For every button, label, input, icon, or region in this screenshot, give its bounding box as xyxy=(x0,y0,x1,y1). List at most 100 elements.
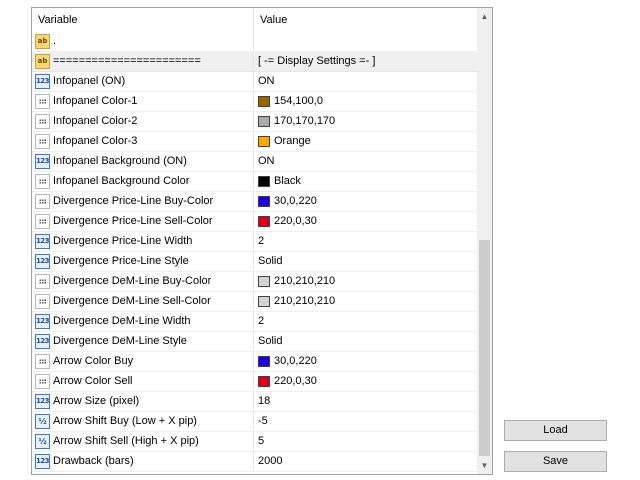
value-cell[interactable]: 30,0,220 xyxy=(254,192,478,211)
variable-cell[interactable]: 123 Divergence Price-Line Style xyxy=(32,252,254,271)
parameter-row[interactable]: Arrow Color Sell 220,0,30 xyxy=(32,372,478,392)
color-swatch[interactable] xyxy=(258,216,270,227)
variable-cell[interactable]: Divergence DeM-Line Sell-Color xyxy=(32,292,254,311)
value-cell[interactable]: [ -= Display Settings =- ] xyxy=(254,52,478,71)
variable-name: Divergence DeM-Line Width xyxy=(53,315,191,327)
color-swatch[interactable] xyxy=(258,96,270,107)
parameter-row[interactable]: Divergence Price-Line Sell-Color 220,0,30 xyxy=(32,212,478,232)
variable-cell[interactable]: 123 Infopanel (ON) xyxy=(32,72,254,91)
parameter-row[interactable]: Divergence DeM-Line Buy-Color 210,210,210 xyxy=(32,272,478,292)
parameter-row[interactable]: 123 Infopanel Background (ON) ON xyxy=(32,152,478,172)
variable-cell[interactable]: 123 Arrow Size (pixel) xyxy=(32,392,254,411)
scrollbar-thumb[interactable] xyxy=(479,240,490,456)
color-swatch[interactable] xyxy=(258,196,270,207)
value-text: 2 xyxy=(258,315,265,327)
parameter-row[interactable]: 123 Drawback (bars) 2000 xyxy=(32,452,478,472)
save-button[interactable]: Save xyxy=(504,451,607,472)
parameter-row[interactable]: 123 Arrow Size (pixel) 18 xyxy=(32,392,478,412)
vertical-scrollbar[interactable]: ▲ ▼ xyxy=(477,8,492,474)
value-text: 30,0,220 xyxy=(274,195,317,207)
variable-cell[interactable]: ½ Arrow Shift Buy (Low + X pip) xyxy=(32,412,254,431)
variable-cell[interactable]: ½ Arrow Shift Sell (High + X pip) xyxy=(32,432,254,451)
parameter-row[interactable]: ½ Arrow Shift Sell (High + X pip) 5 xyxy=(32,432,478,452)
variable-cell[interactable]: Divergence Price-Line Buy-Color xyxy=(32,192,254,211)
parameter-row[interactable]: Divergence Price-Line Buy-Color 30,0,220 xyxy=(32,192,478,212)
variable-name: Infopanel Color-3 xyxy=(53,135,138,147)
parameter-row[interactable]: 123 Divergence DeM-Line Width 2 xyxy=(32,312,478,332)
value-cell[interactable]: 154,100,0 xyxy=(254,92,478,111)
column-header-value[interactable]: Value xyxy=(254,8,478,32)
variable-cell[interactable]: Arrow Color Buy xyxy=(32,352,254,371)
parameter-row[interactable]: Infopanel Color-3 Orange xyxy=(32,132,478,152)
value-cell[interactable]: 2 xyxy=(254,232,478,251)
variable-cell[interactable]: Infopanel Background Color xyxy=(32,172,254,191)
color-swatch[interactable] xyxy=(258,376,270,387)
parameter-row[interactable]: Divergence DeM-Line Sell-Color 210,210,21… xyxy=(32,292,478,312)
integer-type-icon: 123 xyxy=(35,454,50,469)
value-cell[interactable]: ON xyxy=(254,152,478,171)
parameter-row[interactable]: 123 Divergence Price-Line Style Solid xyxy=(32,252,478,272)
value-text: 170,170,170 xyxy=(274,115,336,127)
variable-cell[interactable]: 123 Drawback (bars) xyxy=(32,452,254,471)
color-swatch[interactable] xyxy=(258,116,270,127)
parameter-row[interactable]: Infopanel Color-1 154,100,0 xyxy=(32,92,478,112)
color-swatch[interactable] xyxy=(258,276,270,287)
variable-name: Infopanel (ON) xyxy=(53,75,126,87)
variable-cell[interactable]: Divergence DeM-Line Buy-Color xyxy=(32,272,254,291)
variable-cell[interactable]: Infopanel Color-3 xyxy=(32,132,254,151)
column-header-variable[interactable]: Variable xyxy=(32,8,254,32)
value-cell[interactable]: Black xyxy=(254,172,478,191)
variable-cell[interactable]: Arrow Color Sell xyxy=(32,372,254,391)
scroll-up-arrow-icon[interactable]: ▲ xyxy=(477,8,492,25)
variable-cell[interactable]: 123 Infopanel Background (ON) xyxy=(32,152,254,171)
value-cell[interactable]: ON xyxy=(254,72,478,91)
load-button[interactable]: Load xyxy=(504,420,607,441)
value-text: 5 xyxy=(258,435,265,447)
variable-cell[interactable]: ab ======================= xyxy=(32,52,254,71)
separator-row[interactable]: ab ======================= [ -= Display Se… xyxy=(32,52,478,72)
parameter-row[interactable]: Infopanel Background Color Black xyxy=(32,172,478,192)
color-swatch[interactable] xyxy=(258,176,270,187)
variable-cell[interactable]: ab. xyxy=(32,32,254,51)
variable-cell[interactable]: 123 Divergence DeM-Line Style xyxy=(32,332,254,351)
variable-cell[interactable]: Infopanel Color-1 xyxy=(32,92,254,111)
variable-cell[interactable]: Infopanel Color-2 xyxy=(32,112,254,131)
variable-name: Infopanel Color-2 xyxy=(53,115,138,127)
parameter-row[interactable]: ½ Arrow Shift Buy (Low + X pip) -5 xyxy=(32,412,478,432)
color-type-icon xyxy=(35,114,50,129)
value-cell[interactable]: 220,0,30 xyxy=(254,212,478,231)
value-cell[interactable]: Solid xyxy=(254,252,478,271)
color-swatch[interactable] xyxy=(258,356,270,367)
value-cell[interactable]: 30,0,220 xyxy=(254,352,478,371)
color-swatch[interactable] xyxy=(258,296,270,307)
parameter-row[interactable]: Infopanel Color-2 170,170,170 xyxy=(32,112,478,132)
value-cell[interactable]: Solid xyxy=(254,332,478,351)
value-cell[interactable]: 18 xyxy=(254,392,478,411)
value-cell[interactable]: 210,210,210 xyxy=(254,272,478,291)
value-cell[interactable]: 2000 xyxy=(254,452,478,471)
color-swatch[interactable] xyxy=(258,136,270,147)
value-cell[interactable]: Orange xyxy=(254,132,478,151)
value-cell[interactable]: -5 xyxy=(254,412,478,431)
parameter-row[interactable]: 123 Divergence Price-Line Width 2 xyxy=(32,232,478,252)
integer-type-icon: 123 xyxy=(35,254,50,269)
variable-cell[interactable]: Divergence Price-Line Sell-Color xyxy=(32,212,254,231)
value-cell[interactable]: 5 xyxy=(254,432,478,451)
value-text: 220,0,30 xyxy=(274,375,317,387)
parameter-row[interactable]: Arrow Color Buy 30,0,220 xyxy=(32,352,478,372)
parameter-row[interactable]: ab. xyxy=(32,32,478,52)
scroll-down-arrow-icon[interactable]: ▼ xyxy=(477,457,492,474)
value-cell[interactable]: 220,0,30 xyxy=(254,372,478,391)
value-text: 2000 xyxy=(258,455,283,467)
color-type-icon xyxy=(35,354,50,369)
variable-cell[interactable]: 123 Divergence Price-Line Width xyxy=(32,232,254,251)
parameter-row[interactable]: 123 Divergence DeM-Line Style Solid xyxy=(32,332,478,352)
parameters-grid: Variable Value ab. ab ====================… xyxy=(31,7,493,475)
value-cell[interactable]: 170,170,170 xyxy=(254,112,478,131)
value-cell[interactable]: 2 xyxy=(254,312,478,331)
parameter-row[interactable]: 123 Infopanel (ON) ON xyxy=(32,72,478,92)
integer-type-icon: 123 xyxy=(35,334,50,349)
variable-cell[interactable]: 123 Divergence DeM-Line Width xyxy=(32,312,254,331)
value-cell[interactable] xyxy=(254,32,478,51)
value-cell[interactable]: 210,210,210 xyxy=(254,292,478,311)
